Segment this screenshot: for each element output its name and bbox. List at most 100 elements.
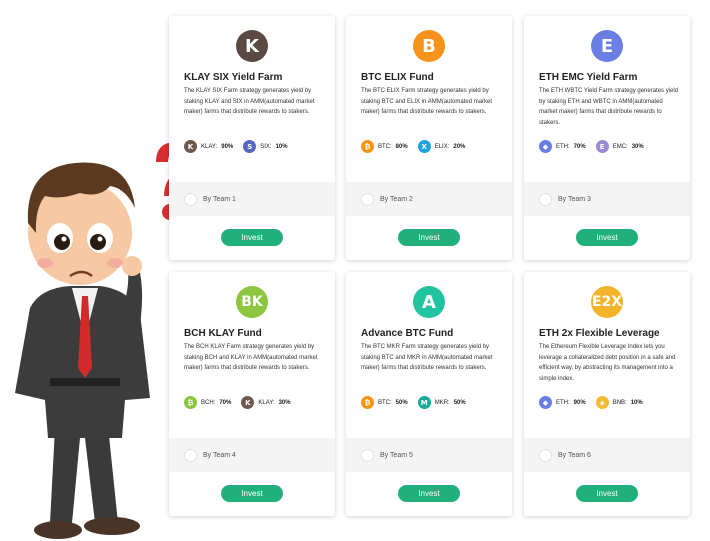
fund-card: E2X ETH 2x Flexible Leverage The Ethereu… <box>524 272 690 516</box>
klay-icon: K <box>241 396 255 409</box>
token-percent: 70% <box>573 143 586 150</box>
fund-description: The ETH WBTC Yield Farm strategy generat… <box>539 88 679 126</box>
fund-title: BTC ELIX Fund <box>361 72 434 83</box>
thinking-man-illustration <box>15 162 150 539</box>
fund-description: The BTC MKR Farm strategy generates yiel… <box>361 344 493 371</box>
token-item: E EMC: 30% <box>595 140 644 153</box>
fund-logo-icon: BK <box>236 286 268 318</box>
team-radio[interactable] <box>361 448 374 462</box>
token-percent: 80% <box>395 143 408 150</box>
invest-button[interactable]: Invest <box>576 229 638 246</box>
token-item: ₿ BTC: 50% <box>361 396 408 409</box>
token-percent: 50% <box>453 399 466 406</box>
fund-title: ETH 2x Flexible Leverage <box>539 328 660 339</box>
team-radio[interactable] <box>184 448 197 462</box>
token-item: ◈ BNB: 10% <box>595 396 643 409</box>
token-allocation: ₿ BTC: 50% M MKR: 50% <box>361 396 504 409</box>
fund-title: ETH EMC Yield Farm <box>539 72 638 83</box>
team-label: By Team 3 <box>558 195 591 203</box>
fund-description: The Ethereum Flexible Leverage Index let… <box>539 344 676 382</box>
token-percent: 90% <box>573 399 586 406</box>
team-radio[interactable] <box>361 192 374 206</box>
token-item: ◆ ETH: 90% <box>539 396 586 409</box>
token-label: SIX: <box>260 143 272 150</box>
team-label: By Team 5 <box>380 451 413 459</box>
invest-button[interactable]: Invest <box>221 229 283 246</box>
token-label: BTC: <box>378 399 392 406</box>
token-item: ₿ BTC: 80% <box>361 140 408 153</box>
invest-button[interactable]: Invest <box>398 229 460 246</box>
token-label: BNB: <box>612 399 627 406</box>
fund-card: E ETH EMC Yield Farm The ETH WBTC Yield … <box>524 16 690 260</box>
token-allocation: K KLAY: 90% S SIX: 10% <box>184 140 327 153</box>
token-label: ETH: <box>556 143 570 150</box>
token-label: ELIX: <box>434 143 450 150</box>
token-allocation: ₿ BCH: 70% K KLAY: 30% <box>184 396 327 409</box>
token-percent: 10% <box>630 399 643 406</box>
team-label: By Team 1 <box>203 195 236 203</box>
eth-icon: ◆ <box>539 140 552 153</box>
bch-icon: ₿ <box>184 396 197 409</box>
mkr-icon: M <box>417 396 431 409</box>
token-label: EMC: <box>612 143 628 150</box>
token-percent: 90% <box>221 143 234 150</box>
team-row: By Team 6 <box>524 438 690 472</box>
token-label: BTC: <box>378 143 392 150</box>
bnb-icon: ◈ <box>595 396 609 409</box>
token-allocation: ◆ ETH: 90% ◈ BNB: 10% <box>539 396 682 409</box>
token-label: KLAY: <box>201 143 218 150</box>
token-allocation: ₿ BTC: 80% X ELIX: 20% <box>361 140 504 153</box>
token-percent: 30% <box>631 143 644 150</box>
token-label: MKR: <box>434 399 450 406</box>
token-allocation: ◆ ETH: 70% E EMC: 30% <box>539 140 682 153</box>
fund-logo-icon: A <box>413 286 445 318</box>
team-label: By Team 4 <box>203 451 236 459</box>
elix-icon: X <box>417 140 431 153</box>
fund-description: The BTC ELIX Farm strategy generates yie… <box>361 88 493 115</box>
emc-icon: E <box>595 140 609 153</box>
token-percent: 20% <box>453 143 466 150</box>
token-percent: 70% <box>219 399 232 406</box>
team-radio[interactable] <box>539 448 552 462</box>
token-label: KLAY: <box>258 399 275 406</box>
fund-title: KLAY SIX Yield Farm <box>184 72 283 83</box>
team-radio[interactable] <box>539 192 552 206</box>
token-label: ETH: <box>556 399 570 406</box>
token-item: K KLAY: 90% <box>184 140 233 153</box>
fund-logo-icon: B <box>413 30 445 62</box>
btc-icon: ₿ <box>361 396 374 409</box>
token-item: K KLAY: 30% <box>241 396 291 409</box>
fund-title: BCH KLAY Fund <box>184 328 262 339</box>
token-item: X ELIX: 20% <box>417 140 466 153</box>
invest-button[interactable]: Invest <box>576 485 638 502</box>
token-percent: 50% <box>395 399 408 406</box>
token-item: ◆ ETH: 70% <box>539 140 586 153</box>
btc-icon: ₿ <box>361 140 374 153</box>
six-icon: S <box>243 140 257 153</box>
fund-logo-icon: K <box>236 30 268 62</box>
fund-card: K KLAY SIX Yield Farm The KLAY SIX Farm … <box>169 16 335 260</box>
token-percent: 10% <box>275 143 288 150</box>
fund-description: The KLAY SIX Farm strategy generates yie… <box>184 88 315 115</box>
klay-icon: K <box>184 140 197 153</box>
team-radio[interactable] <box>184 192 197 206</box>
token-item: ₿ BCH: 70% <box>184 396 231 409</box>
token-item: M MKR: 50% <box>417 396 466 409</box>
token-percent: 30% <box>278 399 291 406</box>
token-label: BCH: <box>201 399 216 406</box>
invest-button[interactable]: Invest <box>398 485 460 502</box>
team-label: By Team 2 <box>380 195 413 203</box>
fund-logo-icon: E2X <box>591 286 623 318</box>
fund-card: A Advance BTC Fund The BTC MKR Farm stra… <box>346 272 512 516</box>
team-row: By Team 4 <box>169 438 335 472</box>
fund-logo-icon: E <box>591 30 623 62</box>
token-item: S SIX: 10% <box>243 140 288 153</box>
fund-description: The BCH KLAY Farm strategy generates yie… <box>184 344 318 371</box>
team-row: By Team 3 <box>524 182 690 216</box>
invest-button[interactable]: Invest <box>221 485 283 502</box>
team-row: By Team 1 <box>169 182 335 216</box>
team-row: By Team 2 <box>346 182 512 216</box>
eth-icon: ◆ <box>539 396 552 409</box>
team-row: By Team 5 <box>346 438 512 472</box>
fund-card: B BTC ELIX Fund The BTC ELIX Farm strate… <box>346 16 512 260</box>
